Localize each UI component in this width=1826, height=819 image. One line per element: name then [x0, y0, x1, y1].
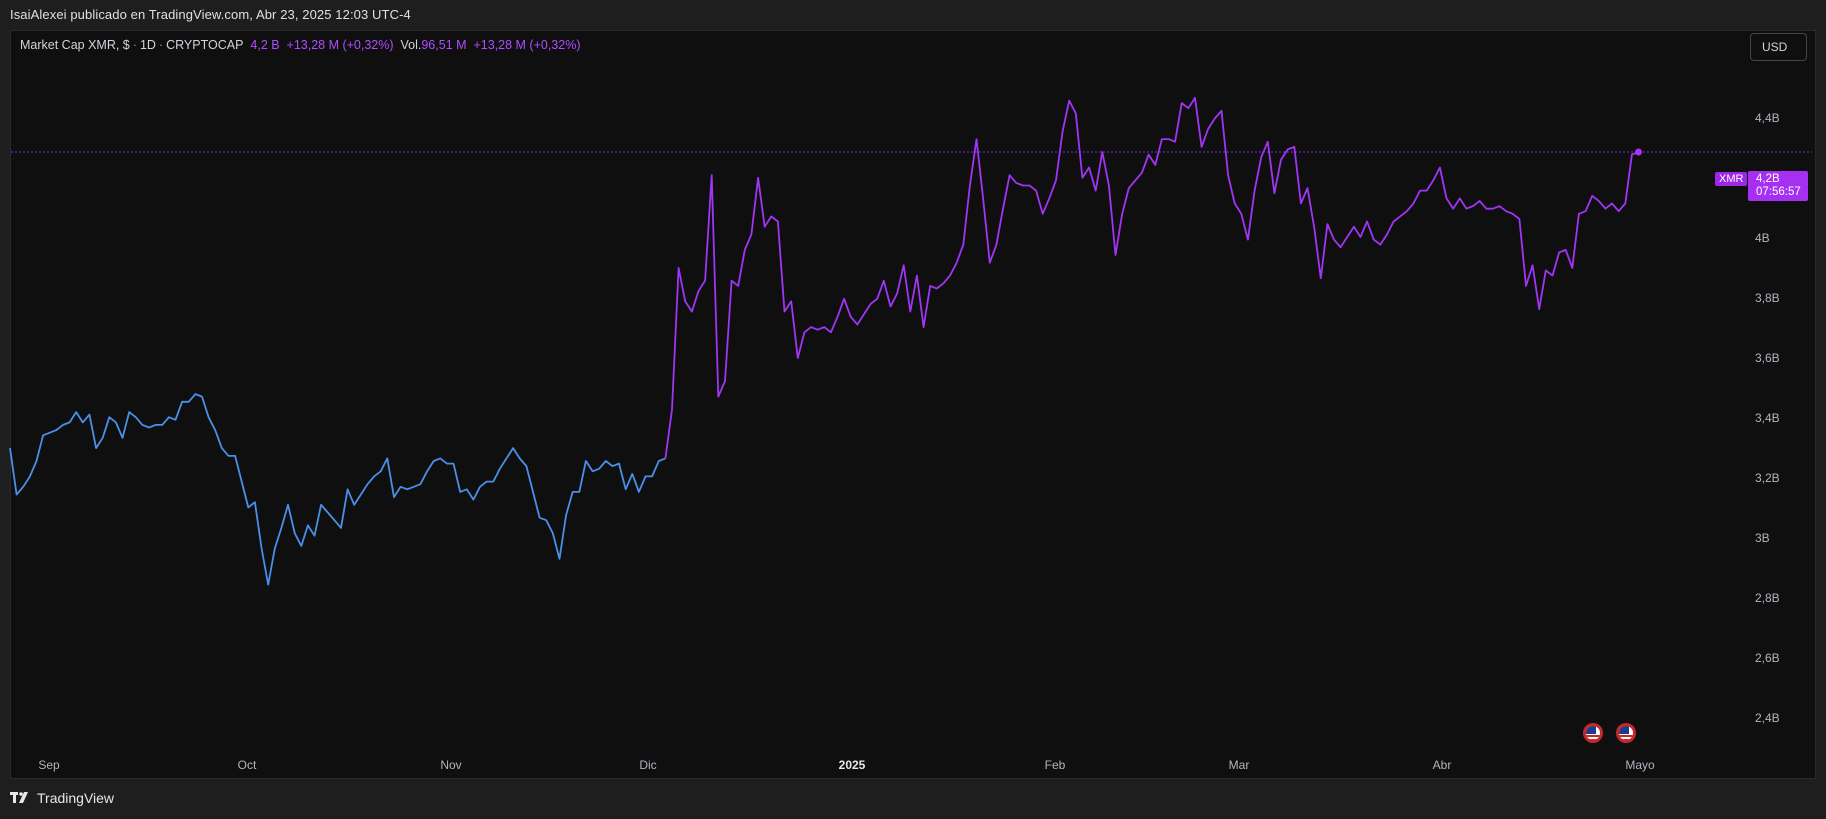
- us-flag-icon[interactable]: [1583, 723, 1603, 743]
- currency-button[interactable]: USD: [1750, 33, 1807, 61]
- x-tick: Abr: [1432, 758, 1452, 772]
- y-tick: 4,4B: [1755, 111, 1780, 125]
- y-tick: 3,4B: [1755, 411, 1780, 425]
- y-tick: 2,6B: [1755, 651, 1780, 665]
- tradingview-logo-icon: [10, 792, 28, 803]
- legend-source: CRYPTOCAP: [166, 38, 244, 52]
- chart-pane[interactable]: [10, 30, 1816, 779]
- y-tick: 2,4B: [1755, 711, 1780, 725]
- x-tick: Nov: [440, 758, 462, 772]
- chart-legend: Market Cap XMR, $ · 1D · CRYPTOCAP 4,2 B +13…: [20, 38, 581, 52]
- price-badge: 4,2B 07:56:57: [1748, 171, 1808, 201]
- footer-brand-label: TradingView: [37, 790, 115, 806]
- y-tick: 3B: [1755, 531, 1770, 545]
- y-tick: 4B: [1755, 231, 1770, 245]
- x-tick: Mayo: [1625, 758, 1655, 772]
- x-tick: Mar: [1228, 758, 1250, 772]
- legend-change: +13,28 M (+0,32%): [286, 38, 394, 52]
- x-tick: Oct: [237, 758, 257, 772]
- y-tick: 3,2B: [1755, 471, 1780, 485]
- x-tick: Sep: [38, 758, 60, 772]
- publisher-credit: IsaiAlexei publicado en TradingView.com,…: [10, 7, 411, 22]
- y-tick: 3,8B: [1755, 291, 1780, 305]
- y-tick: 3,6B: [1755, 351, 1780, 365]
- legend-vol-change: +13,28 M (+0,32%): [473, 38, 581, 52]
- y-tick: 2,8B: [1755, 591, 1780, 605]
- legend-interval[interactable]: 1D: [140, 38, 156, 52]
- symbol-badge: XMR: [1715, 172, 1748, 186]
- price-badge-value: 4,2B: [1756, 173, 1780, 185]
- legend-title[interactable]: Market Cap XMR, $: [20, 38, 130, 52]
- price-badge-countdown: 07:56:57: [1756, 186, 1801, 198]
- x-tick: Dic: [639, 758, 657, 772]
- footer-brand[interactable]: TradingView: [10, 790, 114, 806]
- us-flag-icon[interactable]: [1616, 723, 1636, 743]
- legend-vol-value: 96,51 M: [421, 38, 467, 52]
- legend-vol-label: Vol.: [400, 38, 422, 52]
- legend-value: 4,2 B: [250, 38, 280, 52]
- x-tick: Feb: [1044, 758, 1066, 772]
- x-tick: 2025: [838, 758, 866, 772]
